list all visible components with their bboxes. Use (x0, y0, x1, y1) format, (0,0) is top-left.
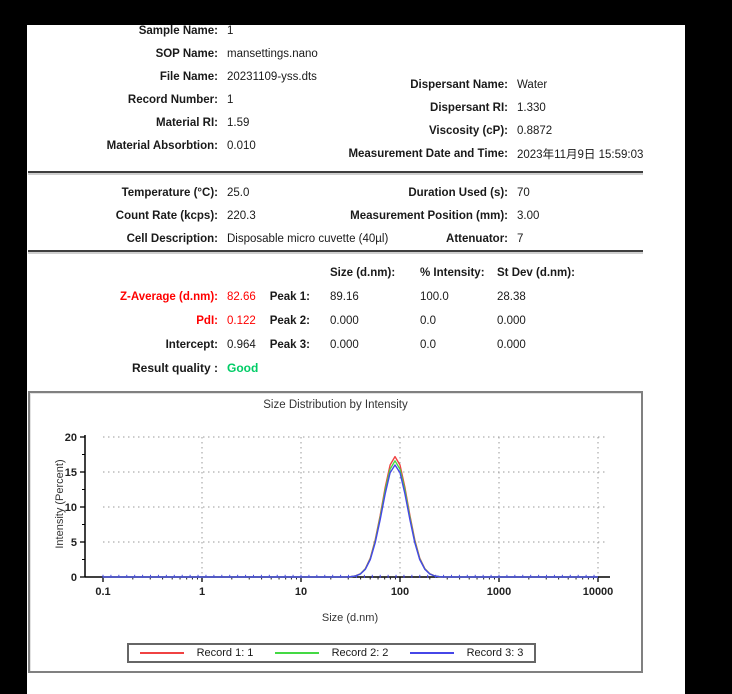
result-quality-label: Result quality : (27, 357, 218, 380)
section-divider (28, 250, 643, 252)
sample-info-right: Dispersant Name: Water Dispersant RI: 1.33… (287, 73, 643, 165)
record1-line-swatch (140, 652, 184, 654)
svg-text:15: 15 (65, 467, 77, 479)
field-value: 3.00 (517, 210, 539, 222)
info-row: Viscosity (cP): 0.8872 (287, 119, 643, 142)
svg-text:10: 10 (295, 586, 307, 598)
field-label: Viscosity (cP): (287, 125, 508, 137)
svg-text:10000: 10000 (583, 586, 614, 598)
field-label: Material RI: (27, 117, 218, 129)
field-label: Dispersant RI: (287, 102, 508, 114)
size-distribution-chart: Size Distribution by Intensity Intensity… (28, 391, 643, 673)
peak2-label: Peak 2: (237, 310, 310, 333)
field-value: mansettings.nano (227, 48, 318, 60)
chart-legend: Record 1: 1 Record 2: 2 Record 3: 3 (127, 643, 536, 663)
legend-entry-record1: Record 1: 1 (129, 647, 264, 659)
sample-info-left: Sample Name:1 SOP Name:mansettings.nano … (27, 19, 318, 157)
peak2-size: 0.000 (330, 310, 359, 333)
svg-text:1000: 1000 (487, 586, 511, 598)
field-label: Attenuator: (287, 233, 508, 245)
info-row: Record Number: 1 (27, 88, 318, 111)
field-value: 1 (227, 94, 233, 106)
field-label: SOP Name: (27, 48, 218, 60)
column-header-intensity: % Intensity: (420, 262, 485, 285)
intercept-label: Intercept: (27, 334, 218, 357)
info-row: Measurement Date and Time: 2023年11月9日 15:… (287, 142, 643, 165)
info-row: Dispersant RI: 1.330 (287, 96, 643, 119)
field-value: 7 (517, 233, 523, 245)
field-label: Sample Name: (27, 25, 218, 37)
svg-text:5: 5 (71, 537, 77, 549)
field-label: Measurement Date and Time: (287, 148, 508, 160)
info-row: Dispersant Name: Water (287, 73, 643, 96)
field-value: 1 (227, 25, 233, 37)
peak2-stdev: 0.000 (497, 310, 526, 333)
info-row: Material RI: 1.59 (27, 111, 318, 134)
info-row: File Name:20231109-yss.dts (27, 65, 318, 88)
svg-text:1: 1 (199, 586, 205, 598)
peak2-intensity: 0.0 (420, 310, 436, 333)
field-label: File Name: (27, 71, 218, 83)
info-row: Sample Name: 1 (27, 19, 318, 42)
svg-text:20: 20 (65, 432, 77, 444)
field-label: Count Rate (kcps): (27, 210, 218, 222)
svg-text:0.1: 0.1 (95, 586, 110, 598)
field-value: Water (517, 79, 547, 91)
info-row: Attenuator: 7 (287, 227, 539, 250)
field-label: Record Number: (27, 94, 218, 106)
report-page: Sample Name:1 SOP Name:mansettings.nano … (27, 25, 685, 694)
pdi-label: PdI: (27, 310, 218, 333)
svg-text:0: 0 (71, 572, 77, 584)
info-row: Measurement Position (mm): 3.00 (287, 204, 539, 227)
peak3-label: Peak 3: (237, 334, 310, 357)
field-label: Duration Used (s): (287, 187, 508, 199)
record3-line-swatch (410, 652, 454, 654)
field-value: 2023年11月9日 15:59:03 (517, 146, 643, 162)
section-divider (28, 171, 643, 173)
peak3-size: 0.000 (330, 334, 359, 357)
svg-text:10: 10 (65, 502, 77, 514)
field-value: 70 (517, 187, 530, 199)
peak1-label: Peak 1: (237, 286, 310, 309)
result-quality-value: Good (227, 357, 258, 380)
peak3-intensity: 0.0 (420, 334, 436, 357)
info-row: Duration Used (s): 70 (287, 181, 539, 204)
peak1-intensity: 100.0 (420, 286, 449, 309)
measurement-info-right: Duration Used (s): 70 Measurement Positio… (287, 181, 539, 250)
info-row: SOP Name: mansettings.nano (27, 42, 318, 65)
field-value: 0.010 (227, 140, 256, 152)
field-value: 220.3 (227, 210, 256, 222)
peak1-stdev: 28.38 (497, 286, 526, 309)
field-label: Cell Description: (27, 233, 218, 245)
plot-area: 0 5 10 15 20 0.1 1 10 100 1000 10000 (30, 393, 641, 671)
field-label: Measurement Position (mm): (287, 210, 508, 222)
peak3-stdev: 0.000 (497, 334, 526, 357)
peak1-size: 89.16 (330, 286, 359, 309)
legend-label: Record 2: 2 (332, 647, 389, 659)
field-value: 1.59 (227, 117, 249, 129)
svg-text:100: 100 (391, 586, 409, 598)
legend-label: Record 3: 3 (467, 647, 524, 659)
field-value: 25.0 (227, 187, 249, 199)
record2-line-swatch (275, 652, 319, 654)
legend-entry-record2: Record 2: 2 (264, 647, 399, 659)
legend-entry-record3: Record 3: 3 (399, 647, 534, 659)
legend-label: Record 1: 1 (197, 647, 254, 659)
field-label: Dispersant Name: (287, 79, 508, 91)
info-row: Material Absorbtion: 0.010 (27, 134, 318, 157)
field-value: 0.8872 (517, 125, 552, 137)
column-header-size: Size (d.nm): (330, 262, 395, 285)
field-value: 1.330 (517, 102, 546, 114)
field-label: Temperature (°C): (27, 187, 218, 199)
viewer-background: Sample Name:1 SOP Name:mansettings.nano … (0, 0, 732, 694)
z-average-label: Z-Average (d.nm): (27, 286, 218, 309)
column-header-stdev: St Dev (d.nm): (497, 262, 575, 285)
field-label: Material Absorbtion: (27, 140, 218, 152)
